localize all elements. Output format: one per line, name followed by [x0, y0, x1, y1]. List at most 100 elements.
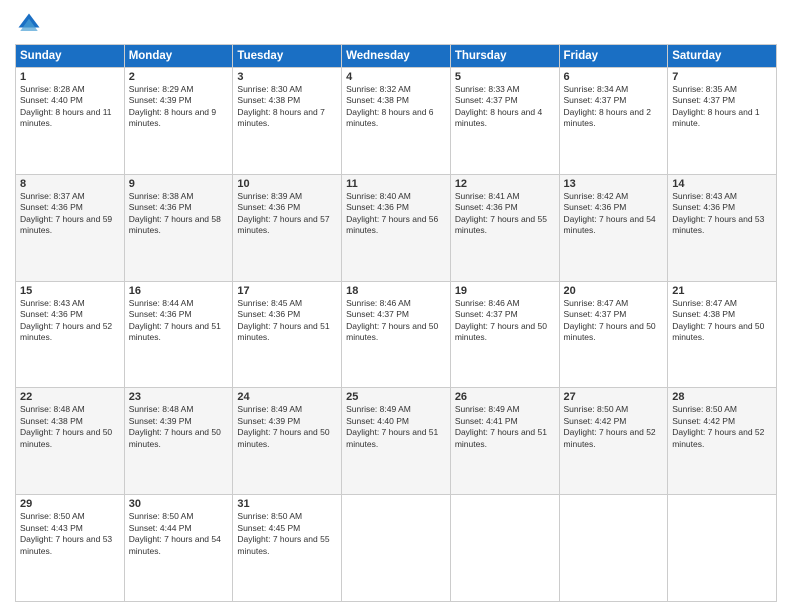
day-number: 24	[237, 391, 337, 403]
day-info: Sunrise: 8:28 AMSunset: 4:40 PMDaylight:…	[20, 84, 120, 130]
day-cell	[450, 495, 559, 602]
weekday-header-sunday: Sunday	[16, 45, 125, 68]
day-info: Sunrise: 8:48 AMSunset: 4:39 PMDaylight:…	[129, 404, 229, 450]
day-number: 9	[129, 178, 229, 190]
day-number: 1	[20, 71, 120, 83]
day-number: 29	[20, 498, 120, 510]
day-number: 2	[129, 71, 229, 83]
day-cell: 16Sunrise: 8:44 AMSunset: 4:36 PMDayligh…	[124, 281, 233, 388]
day-cell: 7Sunrise: 8:35 AMSunset: 4:37 PMDaylight…	[668, 68, 777, 175]
day-info: Sunrise: 8:30 AMSunset: 4:38 PMDaylight:…	[237, 84, 337, 130]
day-cell: 27Sunrise: 8:50 AMSunset: 4:42 PMDayligh…	[559, 388, 668, 495]
day-info: Sunrise: 8:47 AMSunset: 4:37 PMDaylight:…	[564, 298, 664, 344]
header	[15, 10, 777, 38]
day-number: 23	[129, 391, 229, 403]
day-info: Sunrise: 8:47 AMSunset: 4:38 PMDaylight:…	[672, 298, 772, 344]
logo	[15, 10, 47, 38]
day-info: Sunrise: 8:40 AMSunset: 4:36 PMDaylight:…	[346, 191, 446, 237]
day-info: Sunrise: 8:45 AMSunset: 4:36 PMDaylight:…	[237, 298, 337, 344]
day-info: Sunrise: 8:46 AMSunset: 4:37 PMDaylight:…	[455, 298, 555, 344]
day-number: 27	[564, 391, 664, 403]
day-info: Sunrise: 8:42 AMSunset: 4:36 PMDaylight:…	[564, 191, 664, 237]
day-number: 5	[455, 71, 555, 83]
day-cell: 22Sunrise: 8:48 AMSunset: 4:38 PMDayligh…	[16, 388, 125, 495]
day-number: 28	[672, 391, 772, 403]
day-info: Sunrise: 8:41 AMSunset: 4:36 PMDaylight:…	[455, 191, 555, 237]
weekday-header-saturday: Saturday	[668, 45, 777, 68]
day-info: Sunrise: 8:43 AMSunset: 4:36 PMDaylight:…	[672, 191, 772, 237]
week-row-4: 22Sunrise: 8:48 AMSunset: 4:38 PMDayligh…	[16, 388, 777, 495]
weekday-header-monday: Monday	[124, 45, 233, 68]
day-number: 19	[455, 285, 555, 297]
day-number: 10	[237, 178, 337, 190]
day-cell: 19Sunrise: 8:46 AMSunset: 4:37 PMDayligh…	[450, 281, 559, 388]
week-row-2: 8Sunrise: 8:37 AMSunset: 4:36 PMDaylight…	[16, 174, 777, 281]
day-number: 4	[346, 71, 446, 83]
day-cell: 23Sunrise: 8:48 AMSunset: 4:39 PMDayligh…	[124, 388, 233, 495]
day-cell: 8Sunrise: 8:37 AMSunset: 4:36 PMDaylight…	[16, 174, 125, 281]
day-number: 7	[672, 71, 772, 83]
day-cell: 25Sunrise: 8:49 AMSunset: 4:40 PMDayligh…	[342, 388, 451, 495]
week-row-3: 15Sunrise: 8:43 AMSunset: 4:36 PMDayligh…	[16, 281, 777, 388]
day-cell	[559, 495, 668, 602]
day-cell: 18Sunrise: 8:46 AMSunset: 4:37 PMDayligh…	[342, 281, 451, 388]
week-row-1: 1Sunrise: 8:28 AMSunset: 4:40 PMDaylight…	[16, 68, 777, 175]
day-cell: 10Sunrise: 8:39 AMSunset: 4:36 PMDayligh…	[233, 174, 342, 281]
day-number: 26	[455, 391, 555, 403]
day-info: Sunrise: 8:43 AMSunset: 4:36 PMDaylight:…	[20, 298, 120, 344]
day-info: Sunrise: 8:49 AMSunset: 4:39 PMDaylight:…	[237, 404, 337, 450]
day-cell	[342, 495, 451, 602]
day-cell: 9Sunrise: 8:38 AMSunset: 4:36 PMDaylight…	[124, 174, 233, 281]
day-cell: 3Sunrise: 8:30 AMSunset: 4:38 PMDaylight…	[233, 68, 342, 175]
week-row-5: 29Sunrise: 8:50 AMSunset: 4:43 PMDayligh…	[16, 495, 777, 602]
day-info: Sunrise: 8:46 AMSunset: 4:37 PMDaylight:…	[346, 298, 446, 344]
day-cell: 26Sunrise: 8:49 AMSunset: 4:41 PMDayligh…	[450, 388, 559, 495]
day-info: Sunrise: 8:50 AMSunset: 4:42 PMDaylight:…	[564, 404, 664, 450]
day-number: 21	[672, 285, 772, 297]
day-number: 20	[564, 285, 664, 297]
weekday-header-row: SundayMondayTuesdayWednesdayThursdayFrid…	[16, 45, 777, 68]
day-cell: 28Sunrise: 8:50 AMSunset: 4:42 PMDayligh…	[668, 388, 777, 495]
day-cell: 17Sunrise: 8:45 AMSunset: 4:36 PMDayligh…	[233, 281, 342, 388]
day-number: 25	[346, 391, 446, 403]
day-info: Sunrise: 8:29 AMSunset: 4:39 PMDaylight:…	[129, 84, 229, 130]
day-cell: 2Sunrise: 8:29 AMSunset: 4:39 PMDaylight…	[124, 68, 233, 175]
day-number: 11	[346, 178, 446, 190]
day-cell: 15Sunrise: 8:43 AMSunset: 4:36 PMDayligh…	[16, 281, 125, 388]
day-cell: 29Sunrise: 8:50 AMSunset: 4:43 PMDayligh…	[16, 495, 125, 602]
day-info: Sunrise: 8:33 AMSunset: 4:37 PMDaylight:…	[455, 84, 555, 130]
day-info: Sunrise: 8:44 AMSunset: 4:36 PMDaylight:…	[129, 298, 229, 344]
day-info: Sunrise: 8:39 AMSunset: 4:36 PMDaylight:…	[237, 191, 337, 237]
day-info: Sunrise: 8:50 AMSunset: 4:42 PMDaylight:…	[672, 404, 772, 450]
day-info: Sunrise: 8:48 AMSunset: 4:38 PMDaylight:…	[20, 404, 120, 450]
day-number: 17	[237, 285, 337, 297]
day-number: 15	[20, 285, 120, 297]
weekday-header-tuesday: Tuesday	[233, 45, 342, 68]
day-cell: 21Sunrise: 8:47 AMSunset: 4:38 PMDayligh…	[668, 281, 777, 388]
day-number: 6	[564, 71, 664, 83]
day-info: Sunrise: 8:34 AMSunset: 4:37 PMDaylight:…	[564, 84, 664, 130]
day-cell: 31Sunrise: 8:50 AMSunset: 4:45 PMDayligh…	[233, 495, 342, 602]
day-number: 12	[455, 178, 555, 190]
day-number: 13	[564, 178, 664, 190]
day-info: Sunrise: 8:32 AMSunset: 4:38 PMDaylight:…	[346, 84, 446, 130]
day-cell: 1Sunrise: 8:28 AMSunset: 4:40 PMDaylight…	[16, 68, 125, 175]
day-number: 8	[20, 178, 120, 190]
day-info: Sunrise: 8:50 AMSunset: 4:43 PMDaylight:…	[20, 511, 120, 557]
day-cell: 4Sunrise: 8:32 AMSunset: 4:38 PMDaylight…	[342, 68, 451, 175]
day-cell: 20Sunrise: 8:47 AMSunset: 4:37 PMDayligh…	[559, 281, 668, 388]
page: SundayMondayTuesdayWednesdayThursdayFrid…	[0, 0, 792, 612]
day-number: 31	[237, 498, 337, 510]
weekday-header-wednesday: Wednesday	[342, 45, 451, 68]
calendar: SundayMondayTuesdayWednesdayThursdayFrid…	[15, 44, 777, 602]
day-number: 18	[346, 285, 446, 297]
day-cell: 11Sunrise: 8:40 AMSunset: 4:36 PMDayligh…	[342, 174, 451, 281]
day-number: 14	[672, 178, 772, 190]
day-cell	[668, 495, 777, 602]
logo-icon	[15, 10, 43, 38]
weekday-header-thursday: Thursday	[450, 45, 559, 68]
day-cell: 30Sunrise: 8:50 AMSunset: 4:44 PMDayligh…	[124, 495, 233, 602]
day-cell: 13Sunrise: 8:42 AMSunset: 4:36 PMDayligh…	[559, 174, 668, 281]
day-cell: 12Sunrise: 8:41 AMSunset: 4:36 PMDayligh…	[450, 174, 559, 281]
day-number: 16	[129, 285, 229, 297]
